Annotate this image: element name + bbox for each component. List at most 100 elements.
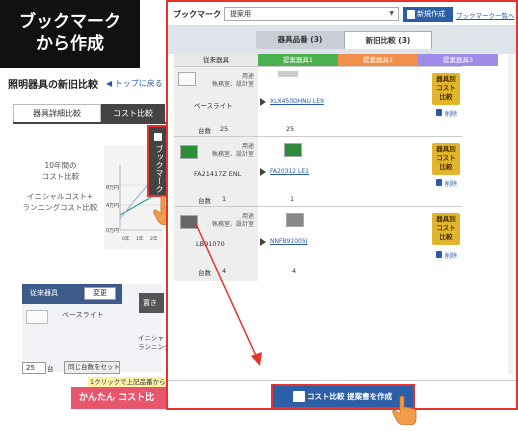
- compare-row: 用途 執務室、設計室 FA21417Z ENL 台数 1 FA20312 LE1…: [174, 136, 462, 207]
- delete-link[interactable]: 削除: [445, 179, 457, 188]
- cost-btn-line-3: 比較: [439, 233, 453, 241]
- qty-label: 台数: [198, 269, 211, 277]
- bookmark-select[interactable]: 提案用 ▼: [224, 7, 399, 21]
- compare-row: 用途 執務室、設計室 ベースライト 台数 25 XLX450DHNU LE9 2…: [174, 66, 462, 137]
- fixture-cost-button[interactable]: 器具別 コスト 比較: [432, 213, 460, 245]
- page-title: 照明器具の新旧比較: [8, 80, 98, 91]
- column-old: 従来器具: [174, 54, 258, 66]
- new-fixture-image: [278, 71, 298, 77]
- new-bookmark-label: 新規作成: [417, 10, 445, 18]
- delete-link[interactable]: 削除: [445, 109, 457, 118]
- document-icon: [293, 391, 305, 402]
- side-cost-text: イニシャ ランニングコ: [138, 334, 166, 352]
- tab-fixture-detail[interactable]: 器具詳細比較: [13, 104, 101, 123]
- qty-select[interactable]: 25: [22, 362, 46, 374]
- trash-icon[interactable]: [436, 251, 442, 258]
- purpose-text: 用途 執務室、設計室: [194, 213, 254, 229]
- qty-label: 台数: [198, 197, 211, 205]
- chart-ytick-0: 8万円: [106, 185, 119, 191]
- old-qty: 25: [220, 125, 229, 133]
- scrollbar[interactable]: [508, 54, 513, 374]
- purpose-label: 用途: [241, 213, 254, 220]
- bookmark-side-tab[interactable]: ブックマーク: [147, 125, 168, 197]
- cost-btn-line-2: コスト: [436, 84, 456, 92]
- new-bookmark-button[interactable]: 新規作成: [403, 7, 453, 22]
- ten-year-line-1: 10年間の: [44, 161, 77, 170]
- delete-link[interactable]: 削除: [445, 251, 457, 260]
- purpose-value: 執務室、設計室: [211, 81, 254, 88]
- old-fixture-name: ベースライト: [62, 311, 104, 319]
- cost-btn-line-2: コスト: [436, 224, 456, 232]
- old-model: FA21417Z ENL: [194, 170, 242, 178]
- purpose-value: 執務室、設計室: [211, 221, 254, 228]
- panel-title: ブックマーク: [173, 10, 221, 19]
- chart-ytick-2: 0万円: [106, 228, 119, 234]
- cost-btn-line-1: 器具別: [436, 145, 456, 153]
- new-model-link[interactable]: NNFB91005J: [270, 238, 307, 245]
- initial-line-1: イニシャルコスト+: [26, 192, 94, 201]
- fixture-cost-button[interactable]: 器具別 コスト 比較: [432, 73, 460, 105]
- ten-year-line-2: コスト比較: [41, 172, 80, 181]
- old-qty: 1: [222, 195, 227, 203]
- purpose-text: 用途 執務室、設計室: [194, 143, 254, 159]
- same-qty-button[interactable]: 同じ台数をセット: [64, 361, 120, 374]
- old-model: LB91070: [196, 240, 225, 248]
- page-bottom: [0, 412, 170, 431]
- column-proposal-3: 提案器具3: [418, 54, 498, 66]
- new-qty: 4: [292, 267, 297, 275]
- chevron-down-icon: ▼: [389, 10, 394, 17]
- chart-ytick-1: 4万円: [106, 203, 119, 209]
- bookmark-panel: ブックマーク 提案用 ▼ 新規作成 ブックマーク一覧へ 器具品番 (3) 新旧比…: [166, 0, 518, 410]
- new-fixture-image: [286, 213, 304, 227]
- replace-button[interactable]: 置き: [139, 293, 164, 313]
- tab-fixture-numbers[interactable]: 器具品番 (3): [256, 31, 344, 49]
- tab-cost-compare[interactable]: コスト比較: [101, 104, 165, 123]
- one-click-note: 1クリックで上記品番からす: [88, 377, 168, 387]
- ten-year-cost-label: 10年間の コスト比較: [28, 160, 93, 182]
- trash-icon[interactable]: [436, 179, 442, 186]
- easy-cost-button[interactable]: かんたん コスト比: [71, 387, 168, 409]
- callout-label: ブックマーク から作成: [0, 0, 140, 68]
- bookmark-icon: [407, 10, 415, 19]
- old-fixture-thumbnail: [26, 310, 48, 324]
- new-model-link[interactable]: XLX450DHNU LE9: [270, 98, 324, 105]
- cost-btn-line-1: 器具別: [436, 215, 456, 223]
- purpose-text: 用途 執務室、設計室: [194, 73, 254, 89]
- tab-underline: [13, 122, 168, 124]
- create-proposal-label: コスト比較 提案書を作成: [307, 392, 393, 401]
- trash-icon[interactable]: [436, 109, 442, 116]
- arrow-right-icon: [260, 238, 266, 246]
- purpose-label: 用途: [241, 143, 254, 150]
- old-model: ベースライト: [194, 102, 233, 110]
- column-proposal-1: 提案器具1: [258, 54, 338, 66]
- change-button[interactable]: 変更: [84, 287, 116, 300]
- bookmark-icon: [154, 133, 162, 141]
- side-cost-line-1: イニシャ: [138, 334, 164, 342]
- column-proposal-2: 提案器具2: [338, 54, 418, 66]
- new-model-link[interactable]: FA20312 LE1: [270, 168, 309, 175]
- new-qty: 1: [290, 195, 295, 203]
- bookmark-list-link[interactable]: ブックマーク一覧へ: [456, 10, 515, 20]
- purpose-label: 用途: [241, 73, 254, 80]
- old-qty: 4: [222, 267, 227, 275]
- initial-line-2: ランニングコスト比較: [22, 203, 98, 212]
- back-to-top-link[interactable]: ◀ トップに戻る: [106, 78, 163, 89]
- cost-btn-line-1: 器具別: [436, 75, 456, 83]
- bookmark-select-value: 提案用: [230, 10, 251, 18]
- qty-unit: 台: [47, 365, 54, 373]
- cost-btn-line-3: 比較: [439, 93, 453, 101]
- callout-line-2: から作成: [36, 34, 104, 54]
- tab-old-new-compare[interactable]: 新旧比較 (3): [344, 31, 432, 49]
- fixture-cost-button[interactable]: 器具別 コスト 比較: [432, 143, 460, 175]
- pointing-hand-icon: [392, 395, 417, 425]
- new-exit-sign-image: [284, 143, 302, 157]
- cost-btn-line-2: コスト: [436, 154, 456, 162]
- chart-xtick-1: 1年: [136, 235, 144, 242]
- bookmark-side-tab-label: ブックマーク: [155, 145, 164, 193]
- old-fixture-panel-label: 従来器具: [30, 289, 58, 297]
- callout-line-1: ブックマーク: [19, 12, 121, 32]
- qty-label: 台数: [198, 127, 211, 135]
- new-qty: 25: [286, 125, 295, 133]
- initial-cost-label: イニシャルコスト+ ランニングコスト比較: [20, 191, 100, 213]
- chart-xtick-0: 0年: [122, 235, 130, 242]
